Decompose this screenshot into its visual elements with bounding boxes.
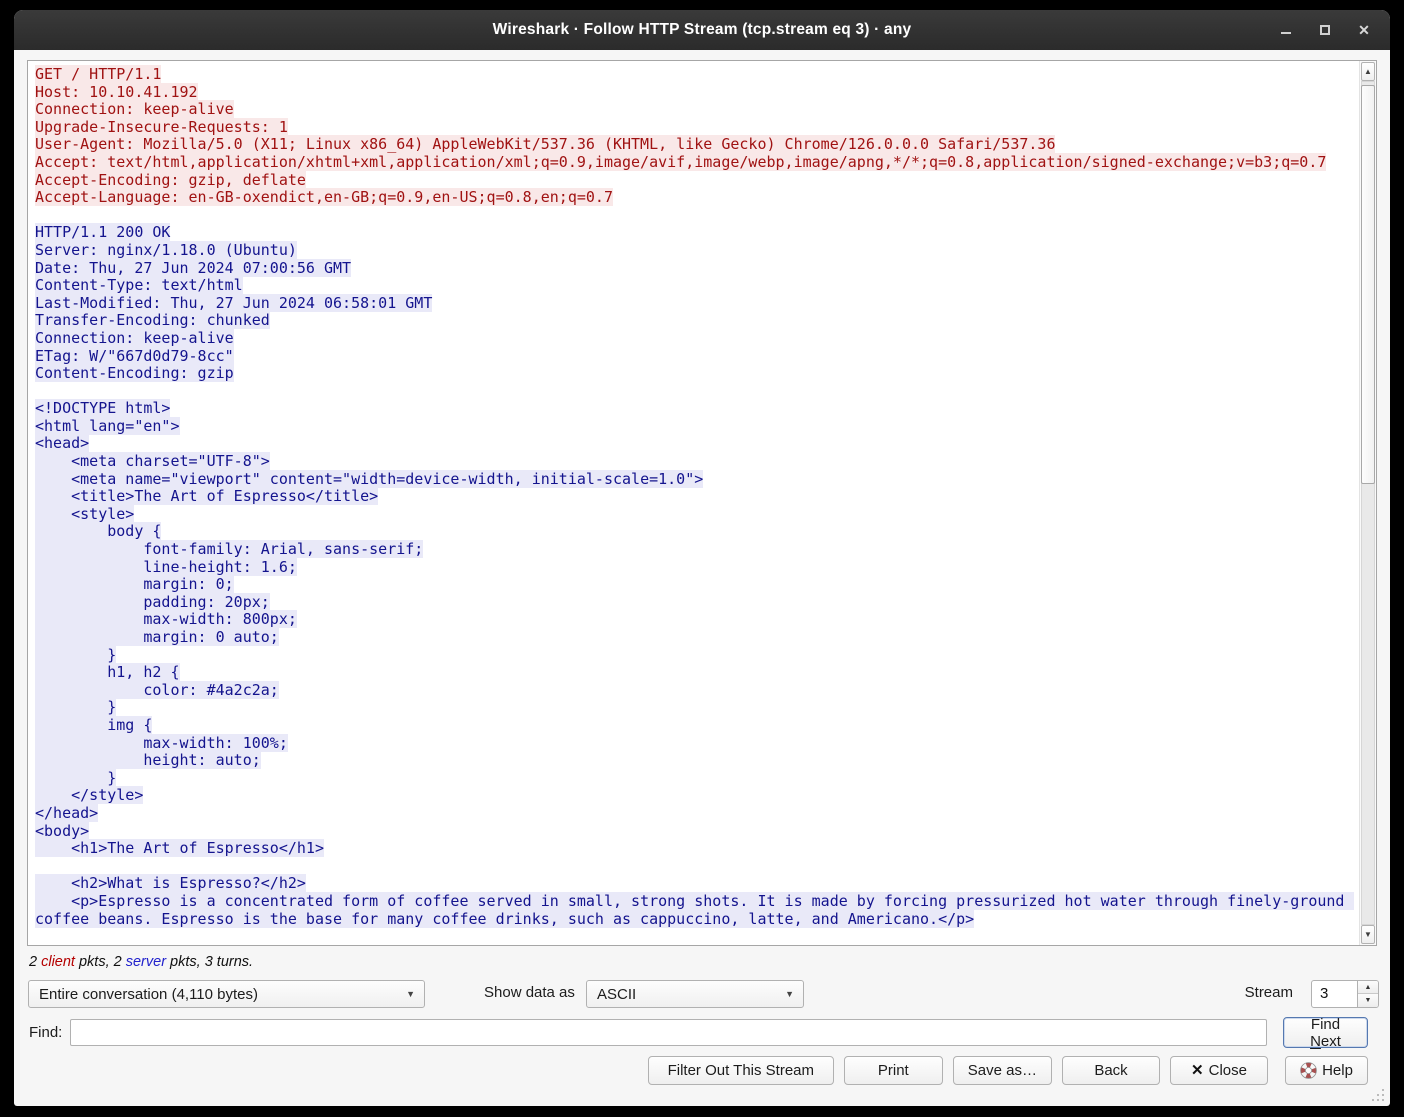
spinner-up-button[interactable]: ▲	[1358, 981, 1378, 994]
save-as-label: Save as…	[967, 1062, 1037, 1079]
back-label: Back	[1094, 1062, 1128, 1079]
chevron-down-icon: ▼	[785, 989, 794, 999]
scroll-down-button[interactable]: ▼	[1361, 925, 1375, 944]
window-title: Wireshark · Follow HTTP Stream (tcp.stre…	[492, 21, 912, 38]
close-button[interactable]: ✕ Close	[1170, 1056, 1268, 1085]
find-next-label: Find Next	[1310, 1015, 1341, 1050]
show-data-as-select[interactable]: ASCII ▼	[586, 980, 804, 1008]
find-label: Find:	[29, 1024, 63, 1041]
minimize-icon	[1281, 32, 1291, 34]
show-data-as-value: ASCII	[597, 985, 637, 1003]
stream-text-view[interactable]: GET / HTTP/1.1 Host: 10.10.41.192 Connec…	[28, 61, 1359, 945]
controls-row: Entire conversation (4,110 bytes) ▼ Show…	[14, 980, 1390, 1008]
stats-prefix: 2	[29, 954, 42, 970]
stream-number-input[interactable]: 3 ▲ ▼	[1311, 980, 1379, 1008]
stream-label: Stream	[1244, 984, 1293, 1001]
help-button[interactable]: Help	[1285, 1056, 1368, 1085]
stats-mid: pkts, 2	[74, 954, 126, 970]
footer-buttons: Filter Out This Stream Print Save as… Ba…	[14, 1056, 1268, 1086]
vertical-scrollbar[interactable]: ▲ ▼	[1359, 61, 1376, 945]
conversation-select[interactable]: Entire conversation (4,110 bytes) ▼	[28, 980, 425, 1008]
title-bar[interactable]: Wireshark · Follow HTTP Stream (tcp.stre…	[14, 10, 1390, 50]
find-input[interactable]	[70, 1019, 1267, 1046]
close-window-button[interactable]: ✕	[1356, 22, 1372, 38]
stream-number-value: 3	[1320, 985, 1329, 1002]
window-controls: ✕	[1278, 10, 1372, 50]
save-as-button[interactable]: Save as…	[952, 1056, 1052, 1085]
lifebuoy-help-icon	[1300, 1062, 1317, 1079]
chevron-down-icon: ▼	[406, 989, 415, 999]
stats-tail: pkts, 3 turns.	[166, 954, 254, 970]
print-button[interactable]: Print	[843, 1056, 943, 1085]
client-data: GET / HTTP/1.1 Host: 10.10.41.192 Connec…	[35, 65, 1327, 207]
print-label: Print	[877, 1062, 909, 1079]
scrollbar-thumb[interactable]	[1361, 85, 1375, 484]
find-next-button[interactable]: Find Next	[1283, 1015, 1368, 1050]
filter-out-stream-button[interactable]: Filter Out This Stream	[647, 1056, 834, 1085]
find-row: Find: Find Next	[14, 1015, 1390, 1050]
help-label: Help	[1322, 1062, 1353, 1079]
scroll-up-button[interactable]: ▲	[1361, 62, 1375, 81]
triangle-down-icon: ▼	[1364, 997, 1372, 1004]
back-button[interactable]: Back	[1062, 1056, 1160, 1085]
resize-grip-icon[interactable]	[1372, 1089, 1384, 1101]
stream-spinner: ▲ ▼	[1357, 981, 1378, 1007]
server-data: HTTP/1.1 200 OK Server: nginx/1.18.0 (Ub…	[35, 223, 1354, 928]
spinner-down-button[interactable]: ▼	[1358, 994, 1378, 1007]
follow-stream-dialog: Wireshark · Follow HTTP Stream (tcp.stre…	[14, 10, 1390, 1106]
filter-out-label: Filter Out This Stream	[667, 1062, 815, 1079]
close-label: Close	[1208, 1062, 1247, 1079]
chevron-down-icon: ▼	[1364, 930, 1372, 939]
stats-server-word: server	[125, 954, 167, 970]
show-data-as-label: Show data as	[484, 984, 575, 1001]
close-x-icon: ✕	[1191, 1062, 1204, 1079]
conversation-select-value: Entire conversation (4,110 bytes)	[39, 985, 259, 1003]
minimize-button[interactable]	[1278, 22, 1294, 38]
chevron-up-icon: ▲	[1364, 67, 1372, 76]
maximize-button[interactable]	[1317, 22, 1333, 38]
stats-client-word: client	[41, 954, 75, 970]
close-icon: ✕	[1358, 22, 1370, 38]
maximize-icon	[1320, 25, 1330, 35]
stream-stats: 2 client pkts, 2 server pkts, 3 turns.	[29, 954, 253, 970]
stream-text-area[interactable]: GET / HTTP/1.1 Host: 10.10.41.192 Connec…	[27, 60, 1377, 946]
triangle-up-icon: ▲	[1364, 983, 1372, 991]
